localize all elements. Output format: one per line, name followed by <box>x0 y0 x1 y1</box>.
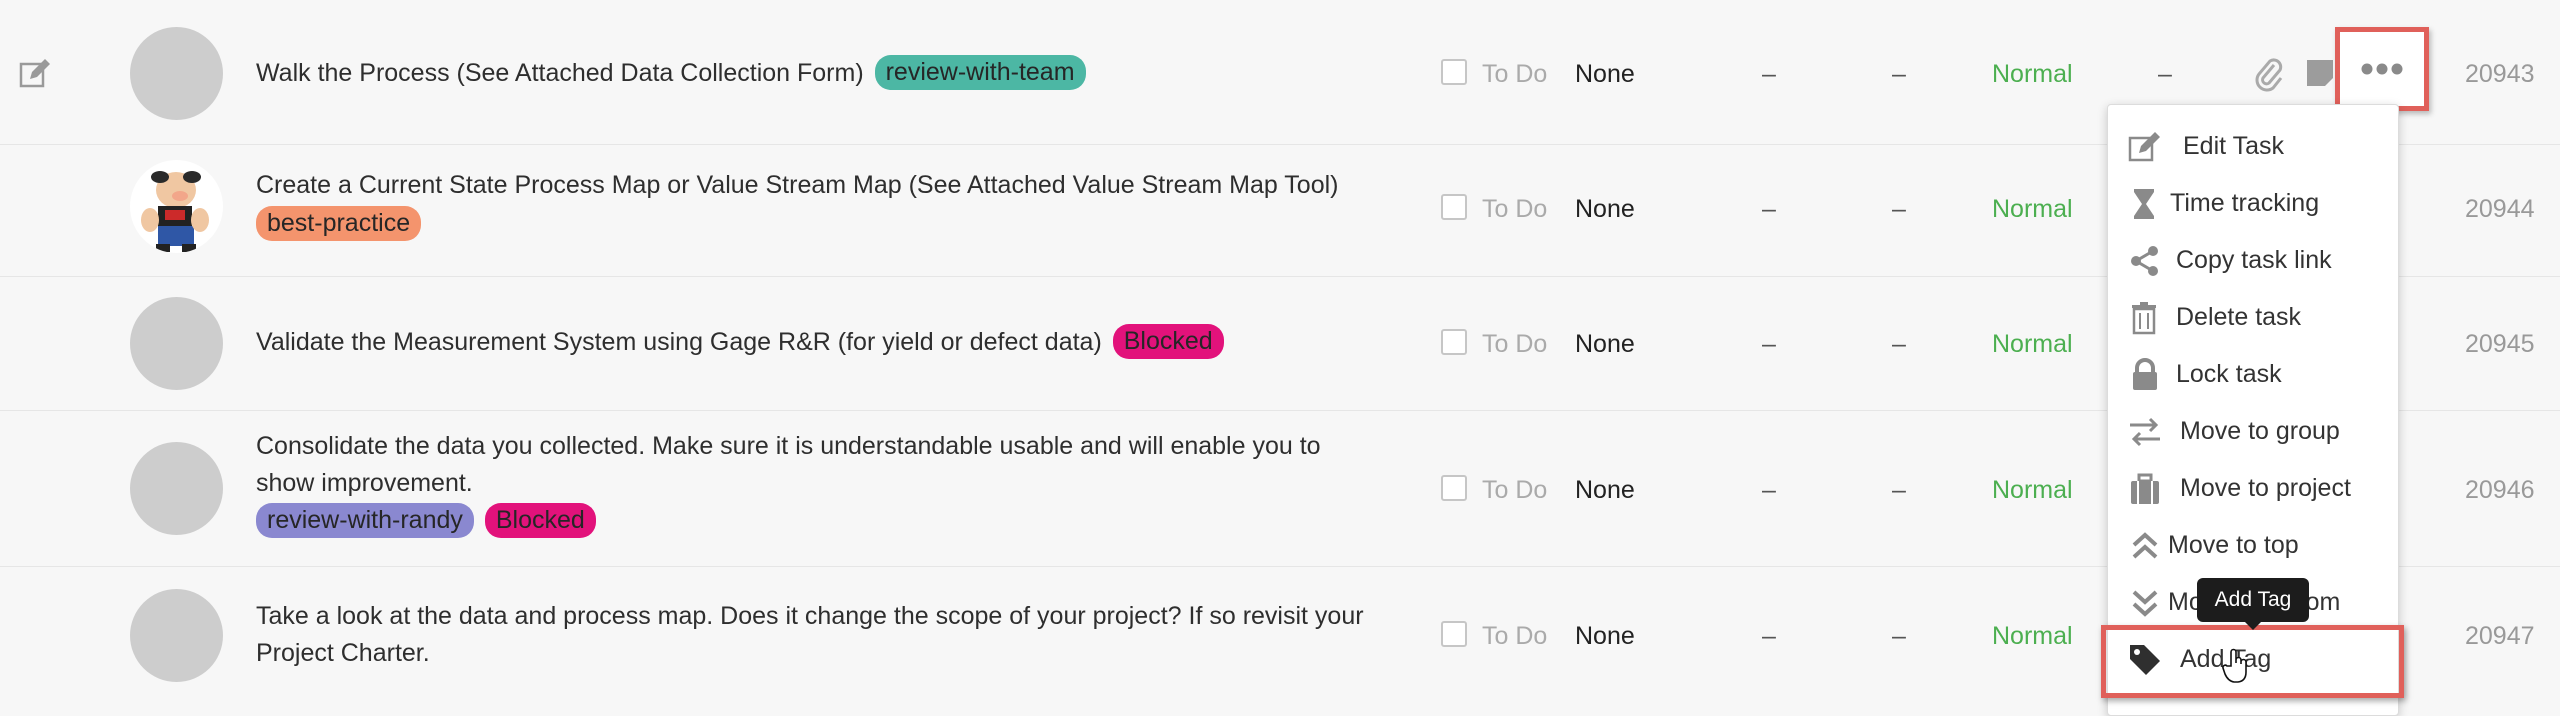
add-tag-highlight <box>2101 625 2404 698</box>
task-id: 20944 <box>2465 195 2535 223</box>
hourglass-icon <box>2134 189 2154 219</box>
avatar <box>130 297 223 390</box>
swap-icon <box>2130 417 2160 447</box>
task-id: 20946 <box>2465 476 2535 504</box>
attachment-icon[interactable] <box>2254 56 2284 92</box>
status-label: To Do <box>1482 330 1548 358</box>
ellipsis-icon <box>2361 63 2403 75</box>
priority[interactable]: Normal <box>1992 330 2073 359</box>
double-down-icon <box>2132 590 2158 617</box>
task-title[interactable]: Consolidate the data you collected. Make… <box>256 428 1426 540</box>
priority[interactable]: Normal <box>1992 195 2073 224</box>
status-checkbox[interactable] <box>1441 475 1467 501</box>
task-title[interactable]: Create a Current State Process Map or Va… <box>256 167 1426 243</box>
assignee[interactable]: None <box>1575 195 1635 224</box>
due-date[interactable]: – <box>1892 60 1906 89</box>
status-label: To Do <box>1482 195 1548 223</box>
task-title[interactable]: Validate the Measurement System using Ga… <box>256 324 1426 361</box>
briefcase-icon <box>2131 473 2159 504</box>
tag-best-practice[interactable]: best-practice <box>256 206 422 241</box>
avatar <box>130 589 223 682</box>
tag-blocked[interactable]: Blocked <box>484 503 596 538</box>
task-id: 20947 <box>2465 622 2535 650</box>
avatar <box>130 160 223 253</box>
double-up-icon <box>2132 532 2158 559</box>
status-checkbox[interactable] <box>1441 59 1467 85</box>
task-title[interactable]: Walk the Process (See Attached Data Coll… <box>256 55 1426 92</box>
edit-icon <box>2128 132 2160 162</box>
start-date[interactable]: – <box>1762 60 1776 89</box>
menu-item-delete-task[interactable]: Delete task <box>2108 291 2398 343</box>
start-date[interactable]: – <box>1762 330 1776 359</box>
avatar <box>130 442 223 535</box>
status-checkbox[interactable] <box>1441 621 1467 647</box>
start-date[interactable]: – <box>1762 476 1776 505</box>
due-date[interactable]: – <box>1892 330 1906 359</box>
due-date[interactable]: – <box>1892 195 1906 224</box>
more-options-button[interactable] <box>2335 27 2429 111</box>
assignee[interactable]: None <box>1575 60 1635 89</box>
status-label: To Do <box>1482 60 1548 88</box>
status-label: To Do <box>1482 476 1548 504</box>
task-title[interactable]: Take a look at the data and process map.… <box>256 598 1426 672</box>
status-checkbox[interactable] <box>1441 329 1467 355</box>
menu-item-edit-task[interactable]: Edit Task <box>2108 120 2398 172</box>
menu-item-copy-task-link[interactable]: Copy task link <box>2108 234 2398 286</box>
tag-review-with-team[interactable]: review-with-team <box>874 55 1086 90</box>
avatar <box>130 27 223 120</box>
tag-blocked[interactable]: Blocked <box>1112 324 1224 359</box>
cartoon-sailor-icon <box>141 171 209 252</box>
priority[interactable]: Normal <box>1992 60 2073 89</box>
priority[interactable]: Normal <box>1992 622 2073 651</box>
tooltip: Add Tag <box>2197 578 2309 630</box>
start-date[interactable]: – <box>1762 622 1776 651</box>
lock-icon <box>2133 358 2157 390</box>
task-id: 20943 <box>2465 60 2535 88</box>
status-label: To Do <box>1482 622 1548 650</box>
due-date[interactable]: – <box>1892 476 1906 505</box>
priority[interactable]: Normal <box>1992 476 2073 505</box>
trash-icon <box>2132 302 2156 335</box>
share-icon <box>2131 246 2158 276</box>
menu-item-move-to-top[interactable]: Move to top <box>2108 519 2398 571</box>
extra-field: – <box>2158 60 2172 88</box>
edit-icon[interactable] <box>18 57 52 91</box>
menu-item-move-to-group[interactable]: Move to group <box>2108 405 2398 457</box>
tag-review-with-randy[interactable]: review-with-randy <box>256 503 474 538</box>
menu-item-time-tracking[interactable]: Time tracking <box>2108 177 2398 229</box>
due-date[interactable]: – <box>1892 622 1906 651</box>
note-icon[interactable] <box>2305 58 2335 88</box>
assignee[interactable]: None <box>1575 330 1635 359</box>
hand-cursor-icon <box>2222 648 2247 683</box>
menu-item-lock-task[interactable]: Lock task <box>2108 348 2398 400</box>
status-checkbox[interactable] <box>1441 194 1467 220</box>
menu-item-move-to-project[interactable]: Move to project <box>2108 462 2398 514</box>
task-id: 20945 <box>2465 330 2535 358</box>
assignee[interactable]: None <box>1575 622 1635 651</box>
start-date[interactable]: – <box>1762 195 1776 224</box>
assignee[interactable]: None <box>1575 476 1635 505</box>
